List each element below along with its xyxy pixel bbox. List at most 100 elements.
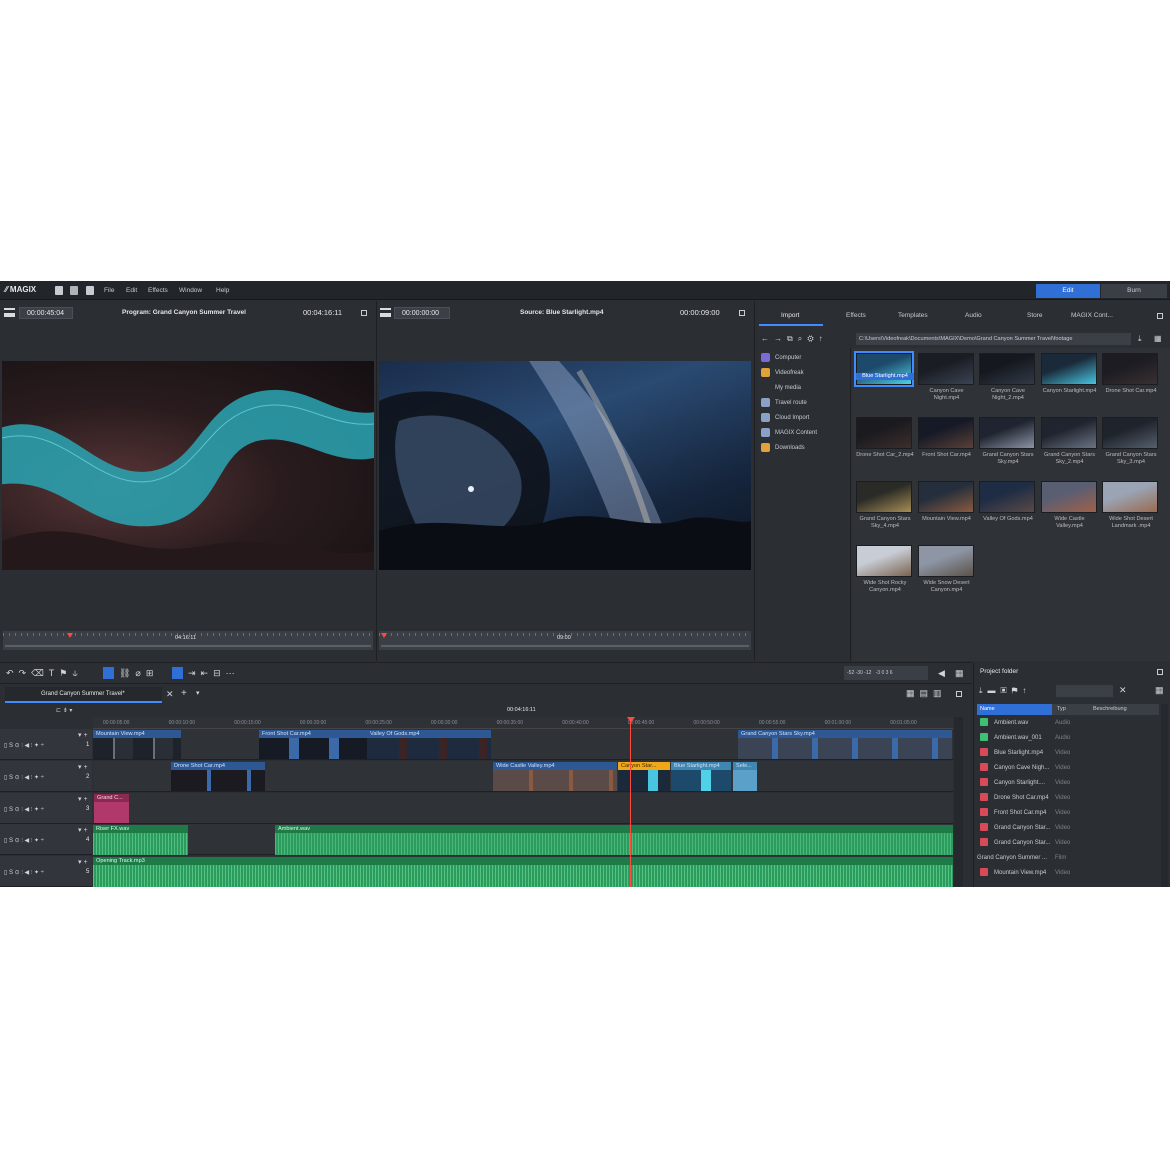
tab-import[interactable]: Import xyxy=(781,312,799,319)
clip-riser-fx[interactable]: Riser FX.wav xyxy=(93,825,188,855)
track-lane-3[interactable]: Grand C... xyxy=(93,793,953,824)
file-item[interactable]: Blue Starlight.mp4 xyxy=(854,351,914,387)
view-grid-icon[interactable]: ▦ xyxy=(1154,334,1162,343)
col-beschreibung[interactable]: Beschreibung xyxy=(1093,706,1127,712)
file-item[interactable]: Grand Canyon Stars Sky_4.mp4 xyxy=(856,481,914,530)
file-item[interactable]: Canyon Starlight.mp4 xyxy=(1040,353,1099,395)
add-track-icon[interactable]: ▾ + xyxy=(78,731,88,739)
nav-item[interactable]: My media xyxy=(761,381,849,396)
track-options-icon[interactable]: ⊏ ⇟ ▾ xyxy=(56,707,72,714)
project-view-icon[interactable]: ▦ xyxy=(1155,685,1164,696)
track-lane-4[interactable]: Riser FX.wav Ambient.wav xyxy=(93,824,953,855)
file-item[interactable]: Wide Snow Desert Canyon.mp4 xyxy=(917,545,976,594)
project-tool-icons[interactable]: ⤓▬▣⚑↑ xyxy=(979,686,1031,696)
timeline-maximize-icon[interactable] xyxy=(956,691,962,697)
clip-grand-canyon-stars-sky[interactable]: Grand Canyon Stars Sky.mp4 xyxy=(738,730,952,759)
timeline-ruler[interactable]: 00:00:05:00 00:00:10:00 00:00:15:00 00:00:2… xyxy=(93,717,953,729)
file-item[interactable]: Grand Canyon Stars Sky_3.mp4 xyxy=(1102,417,1160,466)
source-range-bar[interactable] xyxy=(381,645,749,647)
track-controls[interactable]: ▯ S ⊙ ⫶ ◀ ⫶ ✦ ÷ xyxy=(4,869,44,877)
timeline-scrollbar[interactable] xyxy=(954,717,963,887)
mouse-mode-icon[interactable] xyxy=(172,667,183,679)
source-menu-icon[interactable] xyxy=(380,308,391,317)
track-controls[interactable]: ▯ S ⊙ ⫶ ◀ ⫶ ✦ ÷ xyxy=(4,742,44,750)
mode-tools-icons[interactable]: ⇥⇤⊟⋯ xyxy=(188,668,240,679)
close-tab-icon[interactable]: ✕ xyxy=(166,689,174,700)
tab-magix-content[interactable]: MAGIX Cont... xyxy=(1071,312,1113,319)
nav-item[interactable]: MAGIX Content xyxy=(761,426,849,441)
track-header-3[interactable]: ▯ S ⊙ ⫶ ◀ ⫶ ✦ ÷ 3 ▾ + xyxy=(0,793,92,824)
tab-dropdown-icon[interactable]: ▾ xyxy=(196,689,200,697)
project-row[interactable]: Canyon Starlight.... Video xyxy=(977,776,1159,791)
open-folder-icon[interactable] xyxy=(70,286,78,295)
file-item[interactable]: Mountain View.mp4 xyxy=(917,481,976,523)
track-controls[interactable]: ▯ S ⊙ ⫶ ◀ ⫶ ✦ ÷ xyxy=(4,837,44,845)
file-item[interactable]: Canyon Cave Night.mp4 xyxy=(917,353,976,402)
track-header-2[interactable]: ▯ S ⊙ ⫶ ◀ ⫶ ✦ ÷ 2 ▾ + xyxy=(0,761,92,792)
add-track-icon[interactable]: ▾ + xyxy=(78,858,88,866)
speaker-icon[interactable]: ◀ xyxy=(938,668,945,679)
program-scrub-bar[interactable]: 04:16:11 xyxy=(3,631,373,650)
project-row[interactable]: Front Shot Car.mp4 Video xyxy=(977,806,1159,821)
tab-effects[interactable]: Effects xyxy=(846,312,866,319)
playhead-marker[interactable] xyxy=(627,717,635,723)
clip-selection[interactable]: Sele... xyxy=(733,762,757,791)
browser-nav-icons[interactable]: ←→⧉⌕⚙↑ xyxy=(761,334,828,344)
source-scrub-bar[interactable]: 09:00 xyxy=(379,631,751,650)
edit-tools-icons[interactable]: ↶↷⌫T⚑⫝ xyxy=(6,668,83,679)
add-tab-icon[interactable]: + xyxy=(181,688,187,699)
clip-grand-canyon-title[interactable]: Grand C... xyxy=(94,794,129,823)
mixer-icon[interactable]: ▦ xyxy=(955,668,964,679)
program-menu-icon[interactable] xyxy=(4,308,15,317)
menu-effects[interactable]: Effects xyxy=(148,287,168,294)
source-maximize-icon[interactable] xyxy=(739,310,745,316)
file-item[interactable]: Canyon Cave Night_2.mp4 xyxy=(979,353,1037,402)
track-controls[interactable]: ▯ S ⊙ ⫶ ◀ ⫶ ✦ ÷ xyxy=(4,806,44,814)
project-row[interactable]: Drone Shot Car.mp4 Video xyxy=(977,791,1159,806)
tab-store[interactable]: Store xyxy=(1027,312,1043,319)
program-maximize-icon[interactable] xyxy=(361,310,367,316)
clip-valley-of-gods[interactable]: Valley Of Gods.mp4 xyxy=(367,730,491,759)
project-row[interactable]: Ambient.wav_001 Audio xyxy=(977,731,1159,746)
clip-blue-starlight[interactable]: Blue Starlight.mp4 xyxy=(671,762,731,791)
program-scrub-marker[interactable] xyxy=(67,633,73,638)
file-item[interactable]: Wide Shot Rocky Canyon.mp4 xyxy=(856,545,914,594)
clip-mountain-view[interactable]: Mountain View.mp4 xyxy=(93,730,181,759)
menu-help[interactable]: Help xyxy=(216,287,229,294)
file-item[interactable]: Wide Shot Desert Landmark .mp4 xyxy=(1102,481,1160,530)
edit-mode-button[interactable]: Edit xyxy=(1036,284,1100,298)
file-item[interactable]: Drone Shot Car.mp4 xyxy=(1102,353,1160,395)
nav-item[interactable]: Computer xyxy=(761,351,849,366)
import-download-icon[interactable]: ⤓ xyxy=(1138,334,1142,344)
project-maximize-icon[interactable] xyxy=(1157,669,1163,675)
link-tools-icons[interactable]: ⛓⌀⊞ xyxy=(119,668,158,679)
menu-file[interactable]: File xyxy=(104,287,114,294)
magnet-icon[interactable] xyxy=(103,667,114,679)
add-track-icon[interactable]: ▾ + xyxy=(78,763,88,771)
clip-wide-castle-valley[interactable]: Wide Castle Valley.mp4 xyxy=(493,762,617,791)
col-name[interactable]: Name xyxy=(977,704,1052,715)
nav-item[interactable]: Videofreak xyxy=(761,366,849,381)
track-header-1[interactable]: ▯ S ⊙ ⫶ ◀ ⫶ ✦ ÷ 1 ▾ + xyxy=(0,729,92,760)
clip-canyon-starlight[interactable]: Canyon Star... xyxy=(618,762,670,791)
project-row[interactable]: Grand Canyon Summer ... Film xyxy=(977,851,1159,866)
file-item[interactable]: Drone Shot Car_2.mp4 xyxy=(856,417,914,459)
clip-opening-track[interactable]: Opening Track.mp3 xyxy=(93,857,953,887)
track-header-5[interactable]: ▯ S ⊙ ⫶ ◀ ⫶ ✦ ÷ 5 ▾ + xyxy=(0,856,92,887)
burn-mode-button[interactable]: Burn xyxy=(1101,284,1167,298)
project-row[interactable]: Canyon Cave Nigh... Video xyxy=(977,761,1159,776)
tab-templates[interactable]: Templates xyxy=(898,312,928,319)
tab-audio[interactable]: Audio xyxy=(965,312,982,319)
track-header-4[interactable]: ▯ S ⊙ ⫶ ◀ ⫶ ✦ ÷ 4 ▾ + xyxy=(0,824,92,855)
program-timecode[interactable]: 00:00:45:04 xyxy=(19,307,73,319)
file-item[interactable]: Wide Castle Valley.mp4 xyxy=(1040,481,1099,530)
nav-item[interactable]: Travel route xyxy=(761,396,849,411)
browser-maximize-icon[interactable] xyxy=(1157,313,1163,319)
project-row[interactable]: Grand Canyon Star... Video xyxy=(977,821,1159,836)
project-row[interactable]: Grand Canyon Star... Video xyxy=(977,836,1159,851)
track-lane-1[interactable]: Mountain View.mp4 Front Shot Car.mp4 Val… xyxy=(93,729,953,760)
playhead[interactable] xyxy=(630,717,631,887)
program-range-bar[interactable] xyxy=(5,645,371,647)
menu-window[interactable]: Window xyxy=(179,287,202,294)
col-typ[interactable]: Typ xyxy=(1057,706,1066,712)
